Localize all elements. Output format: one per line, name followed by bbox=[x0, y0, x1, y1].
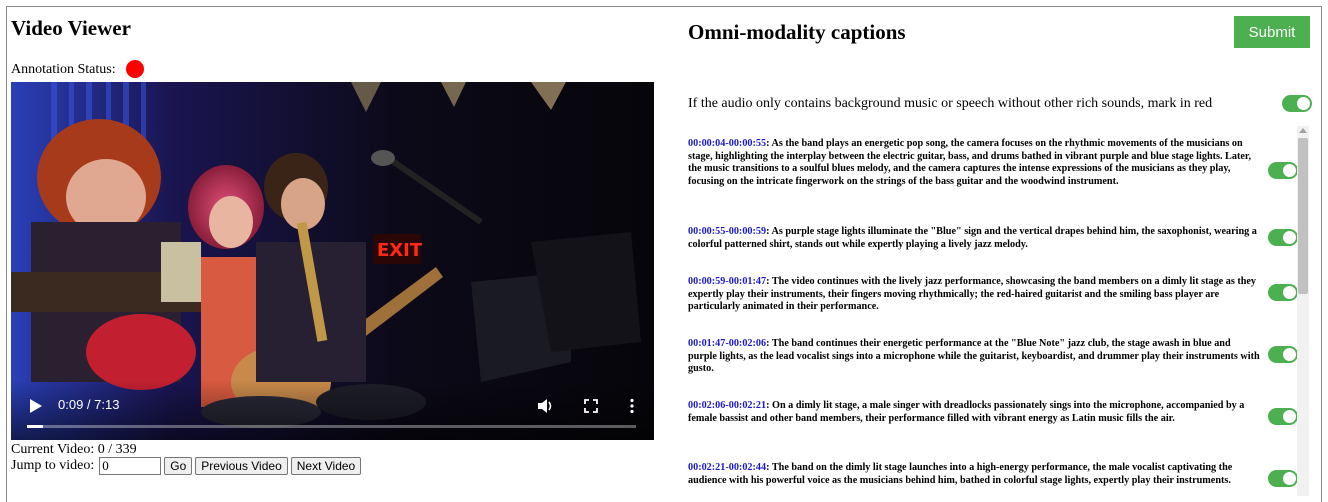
jump-to-video-row: Jump to video: Go Previous Video Next Vi… bbox=[11, 456, 362, 476]
audio-instruction-text: If the audio only contains background mu… bbox=[688, 96, 1213, 111]
caption-item: 00:02:21-00:02:44: The band on the dimly… bbox=[688, 462, 1233, 486]
caption-item: 00:00:55-00:00:59: As purple stage light… bbox=[688, 226, 1257, 250]
caption-toggle[interactable] bbox=[1268, 346, 1298, 363]
caption-text: The video continues with the lively jazz… bbox=[688, 276, 1257, 313]
captions-scrollbar[interactable] bbox=[1297, 126, 1309, 496]
caption-toggle[interactable] bbox=[1268, 162, 1298, 179]
caption-item: 00:01:47-00:02:06: The band continues th… bbox=[688, 338, 1260, 375]
caption-timestamp[interactable]: 00:02:06-00:02:21 bbox=[688, 400, 766, 411]
captions-panel-title: Omni-modality captions bbox=[688, 20, 906, 44]
video-time-display: 0:09 / 7:13 bbox=[58, 397, 120, 412]
video-viewer-panel: Video Viewer Annotation Status: EXIT 0:0… bbox=[11, 14, 656, 475]
next-video-button[interactable]: Next Video bbox=[290, 457, 362, 475]
caption-item: 00:02:06-00:02:21: On a dimly lit stage,… bbox=[688, 400, 1245, 424]
page-title: Video Viewer bbox=[11, 16, 131, 40]
caption-timestamp[interactable]: 00:02:21-00:02:44 bbox=[688, 462, 766, 473]
toggle-knob bbox=[1283, 286, 1296, 299]
caption-timestamp[interactable]: 00:00:59-00:01:47 bbox=[688, 276, 766, 287]
toggle-knob bbox=[1283, 231, 1296, 244]
video-progress-bar[interactable] bbox=[27, 425, 636, 428]
toggle-knob bbox=[1283, 164, 1296, 177]
fullscreen-icon[interactable] bbox=[582, 397, 600, 415]
toggle-knob bbox=[1283, 472, 1296, 485]
jump-to-video-label: Jump to video: bbox=[11, 458, 95, 473]
video-player[interactable]: EXIT 0:09 / 7:13 bbox=[11, 82, 654, 440]
caption-text: The band continues their energetic perfo… bbox=[688, 338, 1260, 375]
caption-item: 00:00:04-00:00:55: As the band plays an … bbox=[688, 138, 1251, 188]
caption-toggle[interactable] bbox=[1268, 408, 1298, 425]
captions-list[interactable]: 00:00:04-00:00:55: As the band plays an … bbox=[686, 124, 1308, 496]
caption-text: The band on the dimly lit stage launches… bbox=[688, 462, 1233, 486]
scroll-up-arrow-icon[interactable] bbox=[1299, 128, 1307, 133]
submit-button[interactable]: Submit bbox=[1234, 16, 1310, 48]
caption-toggle[interactable] bbox=[1268, 470, 1298, 487]
caption-timestamp[interactable]: 00:01:47-00:02:06 bbox=[688, 338, 766, 349]
toggle-knob bbox=[1283, 348, 1296, 361]
annotation-status-label: Annotation Status: bbox=[11, 62, 116, 77]
previous-video-button[interactable]: Previous Video bbox=[195, 457, 288, 475]
video-progress-fill bbox=[27, 425, 44, 428]
scrollbar-thumb[interactable] bbox=[1298, 138, 1308, 294]
video-controls-bar: 0:09 / 7:13 bbox=[11, 380, 654, 440]
caption-toggle[interactable] bbox=[1268, 229, 1298, 246]
more-options-icon[interactable] bbox=[623, 397, 641, 415]
caption-timestamp[interactable]: 00:00:55-00:00:59 bbox=[688, 226, 766, 237]
annotation-status-indicator bbox=[126, 60, 144, 78]
caption-toggle[interactable] bbox=[1268, 284, 1298, 301]
caption-text: As purple stage lights illuminate the "B… bbox=[688, 226, 1257, 250]
jump-to-video-input[interactable] bbox=[99, 457, 162, 475]
go-button[interactable]: Go bbox=[164, 457, 193, 475]
volume-icon[interactable] bbox=[536, 397, 554, 415]
toggle-knob bbox=[1283, 410, 1296, 423]
exit-sign-text: EXIT bbox=[377, 240, 423, 261]
caption-text: As the band plays an energetic pop song,… bbox=[688, 138, 1251, 188]
caption-item: 00:00:59-00:01:47: The video continues w… bbox=[688, 276, 1257, 313]
caption-timestamp[interactable]: 00:00:04-00:00:55 bbox=[688, 138, 766, 149]
play-icon[interactable] bbox=[25, 396, 45, 416]
toggle-knob bbox=[1297, 97, 1310, 110]
audio-mark-toggle[interactable] bbox=[1282, 95, 1312, 112]
caption-text: On a dimly lit stage, a male singer with… bbox=[688, 400, 1245, 424]
